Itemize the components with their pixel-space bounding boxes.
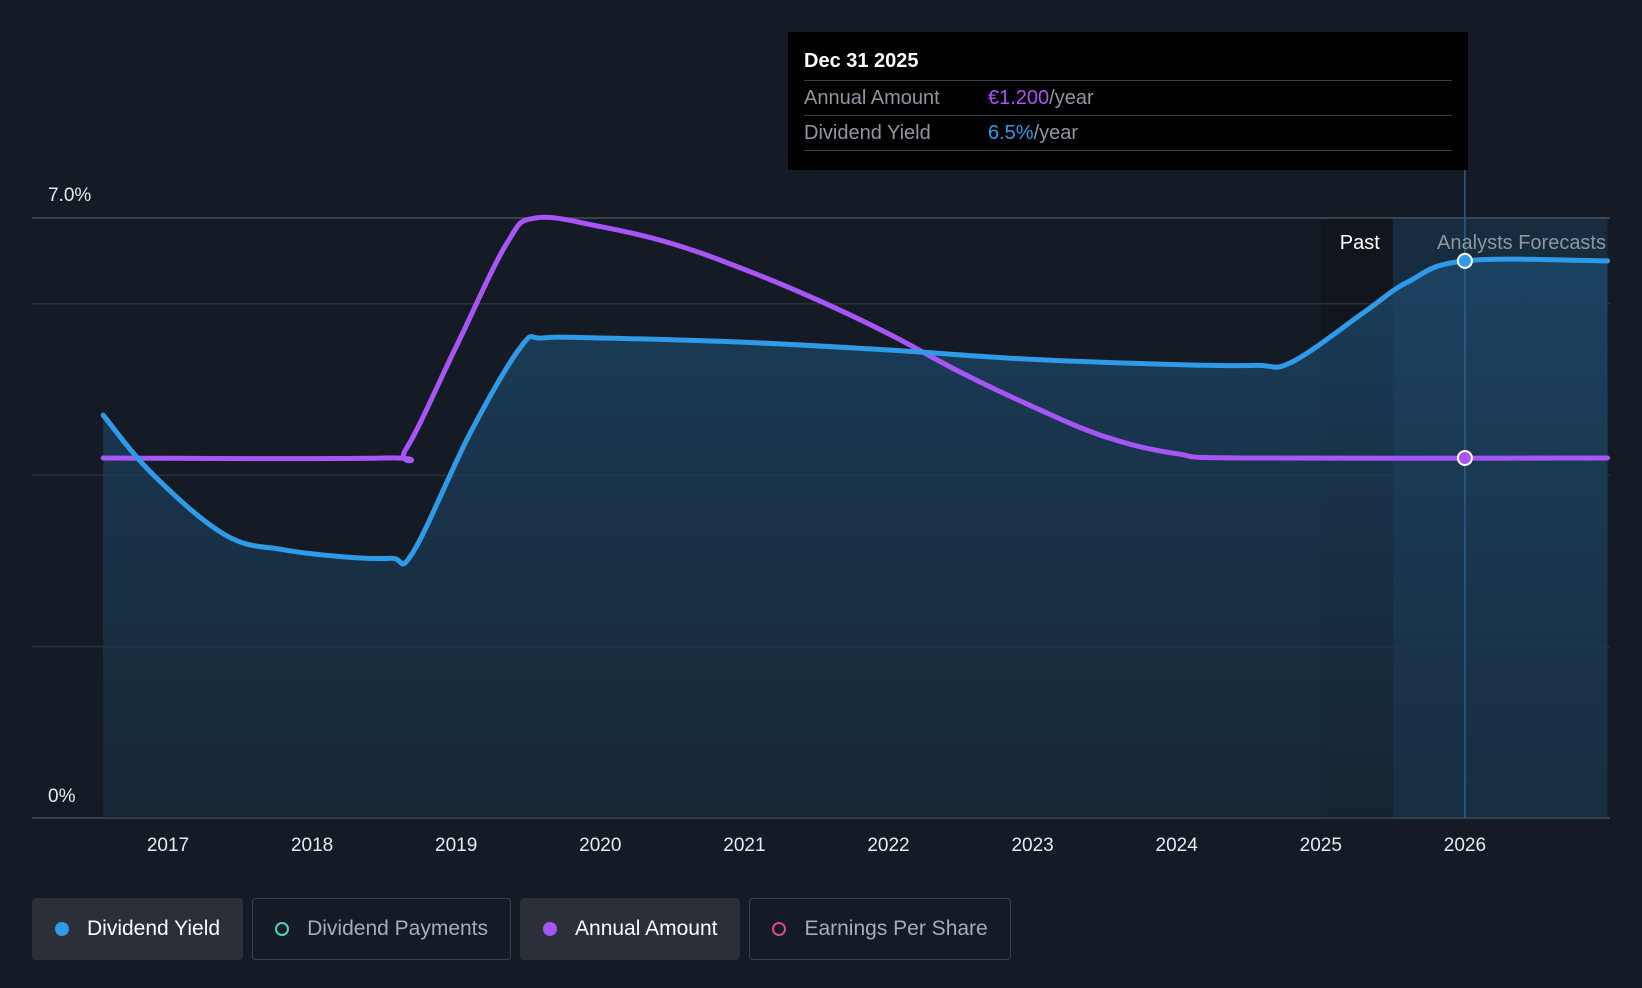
tooltip-label: Annual Amount bbox=[804, 87, 940, 109]
x-tick-label: 2022 bbox=[867, 835, 909, 856]
legend-label: Annual Amount bbox=[575, 917, 718, 940]
x-tick-label: 2024 bbox=[1156, 835, 1199, 856]
x-tick-label: 2019 bbox=[435, 835, 477, 856]
tooltip-suffix: /year bbox=[1049, 87, 1094, 109]
x-tick-label: 2020 bbox=[579, 835, 621, 856]
past-region-label: Past bbox=[1340, 232, 1380, 254]
tooltip-suffix: /year bbox=[1033, 122, 1079, 144]
legend-dividend-payments-button[interactable]: Dividend Payments bbox=[252, 898, 512, 960]
legend-label: Dividend Yield bbox=[87, 917, 221, 940]
legend-label: Earnings Per Share bbox=[804, 917, 988, 940]
earnings-per-share-ring-icon bbox=[772, 922, 787, 936]
legend-earnings-per-share-button[interactable]: Earnings Per Share bbox=[749, 898, 1011, 960]
legend-dividend-yield-button[interactable]: Dividend Yield bbox=[32, 898, 244, 960]
tooltip-row-dividend-yield: Dividend Yield 6.5% /year bbox=[804, 116, 1452, 151]
x-tick-label: 2026 bbox=[1444, 835, 1486, 856]
tooltip-label: Dividend Yield bbox=[804, 122, 931, 144]
x-tick-label: 2021 bbox=[723, 835, 765, 856]
legend-label: Dividend Payments bbox=[307, 917, 489, 940]
annual-amount-marker bbox=[1456, 450, 1473, 466]
dividend-payments-ring-icon bbox=[275, 922, 290, 936]
x-tick-label: 2018 bbox=[291, 835, 333, 856]
dividend-yield-marker bbox=[1456, 252, 1473, 269]
legend-annual-amount-button[interactable]: Annual Amount bbox=[520, 898, 741, 960]
x-tick-label: 2023 bbox=[1011, 835, 1053, 856]
tooltip-row-annual-amount: Annual Amount €1.200 /year bbox=[804, 81, 1452, 116]
y-tick-label: 7.0% bbox=[48, 185, 91, 206]
tooltip-value: €1.200 bbox=[988, 87, 1050, 109]
annual-amount-dot-icon bbox=[543, 922, 558, 936]
dividend-yield-area bbox=[103, 259, 1608, 819]
y-tick-label: 0% bbox=[48, 786, 76, 807]
forecast-region-label: Analysts Forecasts bbox=[1437, 232, 1606, 254]
tooltip-date: Dec 31 2025 bbox=[804, 46, 1452, 81]
tooltip: Dec 31 2025 Annual Amount €1.200 /year D… bbox=[788, 32, 1468, 170]
tooltip-value: 6.5% bbox=[988, 122, 1034, 144]
dividend-yield-dot-icon bbox=[55, 922, 69, 936]
legend: Dividend Yield Dividend Payments Annual … bbox=[32, 898, 1020, 960]
x-tick-label: 2017 bbox=[147, 835, 189, 856]
x-tick-label: 2025 bbox=[1300, 835, 1342, 856]
